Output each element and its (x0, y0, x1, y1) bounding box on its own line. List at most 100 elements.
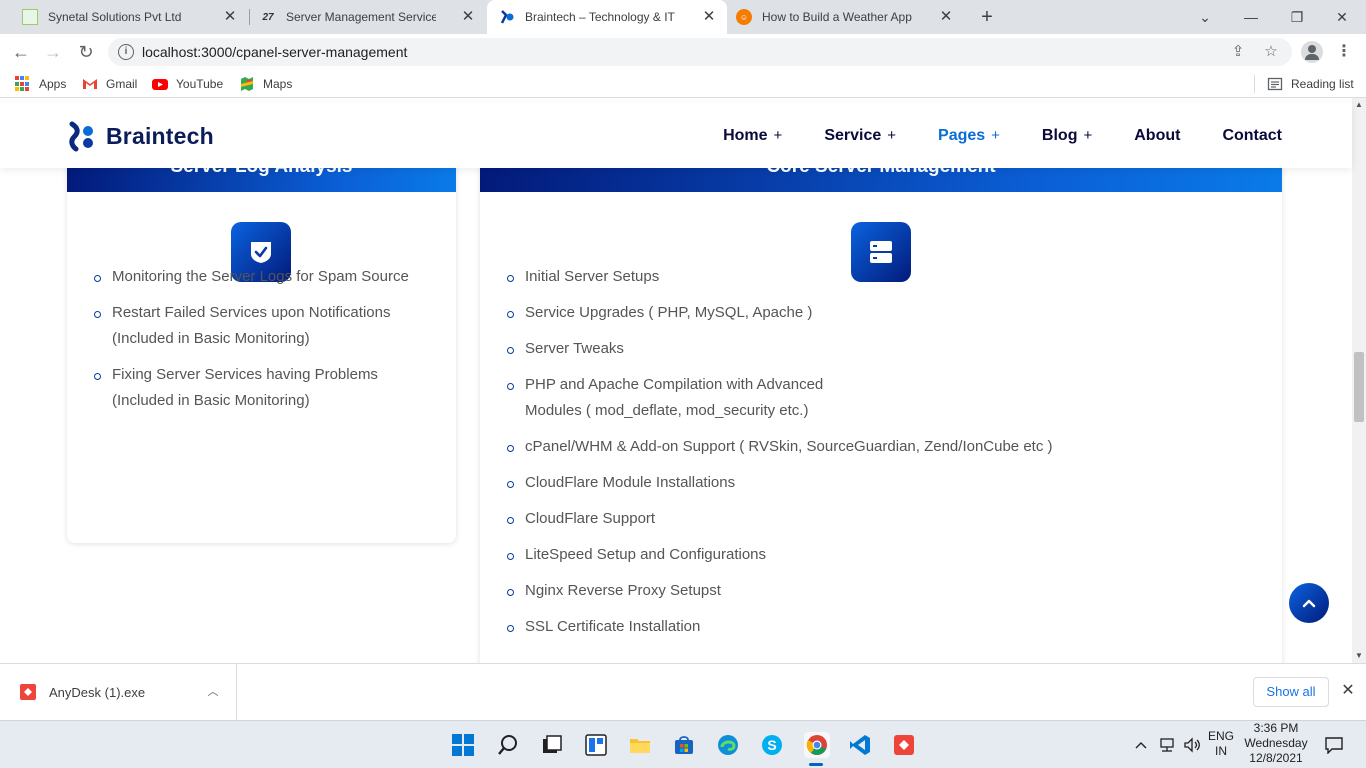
vscode-icon[interactable] (848, 733, 872, 757)
chevron-up-icon[interactable]: ︿ (206, 683, 220, 698)
close-icon[interactable]: ✕ (701, 9, 717, 25)
widgets-icon[interactable] (584, 733, 608, 757)
restore-icon[interactable]: ❐ (1285, 5, 1309, 29)
search-icon[interactable] (496, 733, 520, 757)
weather-favicon-icon: ☺ (736, 9, 752, 25)
bookmark-star-icon[interactable]: ☆ (1261, 42, 1281, 62)
url-text[interactable]: localhost:3000/cpanel-server-management (142, 44, 407, 60)
braintech-logo-icon (66, 120, 98, 152)
reload-icon[interactable]: ↻ (75, 41, 97, 63)
download-item[interactable]: AnyDesk (1).exe ︿ (0, 664, 237, 720)
network-icon[interactable] (1157, 733, 1177, 757)
notification-icon[interactable] (1322, 733, 1346, 757)
nav-home[interactable]: Home + (723, 127, 782, 145)
tab-synetal[interactable]: Synetal Solutions Pvt Ltd ✕ (12, 0, 248, 34)
synetal-favicon-icon (22, 9, 38, 25)
language-indicator[interactable]: ENG IN (1206, 729, 1236, 759)
reading-list-button[interactable]: Reading list (1267, 76, 1354, 92)
scroll-to-top-button[interactable] (1289, 583, 1329, 623)
minimize-icon[interactable]: — (1239, 5, 1263, 29)
site-logo[interactable]: Braintech (66, 120, 214, 152)
list-item: PHP and Apache Compilation with Advanced… (507, 372, 867, 424)
tab-title: Server Management Services | Se (286, 10, 436, 24)
file-explorer-icon[interactable] (628, 733, 652, 757)
reading-list-icon (1267, 76, 1283, 92)
247-favicon-icon: 27 (262, 11, 274, 23)
nav-service[interactable]: Service + (824, 127, 896, 145)
clock-time: 3:36 PM (1253, 721, 1299, 735)
share-icon[interactable]: ⇪ (1228, 42, 1248, 62)
bookmark-label: Maps (263, 77, 293, 91)
window-close-icon[interactable]: ✕ (1330, 5, 1354, 29)
list-item: CloudFlare Support (507, 506, 1207, 532)
clock[interactable]: 3:36 PM Wednesday 12/8/2021 (1240, 721, 1312, 766)
scroll-down-arrow-icon[interactable]: ▼ (1352, 649, 1366, 663)
chrome-browser-icon[interactable] (804, 732, 830, 758)
bookmark-youtube[interactable]: YouTube (152, 76, 223, 92)
tab-braintech[interactable]: Braintech – Technology & IT Solu ✕ (487, 0, 727, 34)
list-item: Initial Server Setups (507, 264, 1207, 290)
nav-label: About (1134, 127, 1181, 144)
tab-weather-app[interactable]: ☺ How to Build a Weather App Usin ✕ (728, 0, 964, 34)
list-item: Service Upgrades ( PHP, MySQL, Apache ) (507, 300, 1207, 326)
new-tab-button[interactable]: + (976, 6, 998, 28)
anydesk-icon[interactable] (892, 733, 916, 757)
list-item: LiteSpeed Setup and Configurations (507, 542, 1207, 568)
scroll-thumb[interactable] (1354, 352, 1364, 422)
tab-search-chevron-icon[interactable]: ⌄ (1193, 5, 1217, 29)
chevron-up-icon[interactable] (1133, 733, 1149, 757)
windows-start-icon[interactable] (451, 733, 475, 757)
gmail-icon (82, 76, 98, 92)
browser-tab-strip: Synetal Solutions Pvt Ltd ✕ 27 Server Ma… (0, 0, 1366, 34)
plus-icon: + (1083, 127, 1093, 144)
store-icon[interactable] (672, 733, 696, 757)
close-icon[interactable]: ✕ (222, 9, 238, 25)
nav-label: Home (723, 127, 768, 144)
address-bar[interactable]: i localhost:3000/cpanel-server-managemen… (108, 38, 1292, 66)
edge-browser-icon[interactable] (716, 733, 740, 757)
downloads-bar: AnyDesk (1).exe ︿ Show all ✕ (0, 663, 1366, 720)
bookmarks-divider (1254, 75, 1255, 93)
list-item: Server Tweaks (507, 336, 1207, 362)
scroll-up-arrow-icon[interactable]: ▲ (1352, 98, 1366, 112)
back-arrow-icon[interactable]: ← (10, 41, 32, 63)
card-list: Initial Server Setups Service Upgrades (… (507, 264, 1207, 640)
nav-pages[interactable]: Pages + (938, 127, 1000, 145)
clock-date: 12/8/2021 (1249, 751, 1303, 765)
bookmark-label: YouTube (176, 77, 224, 91)
tab-title: Synetal Solutions Pvt Ltd (48, 10, 182, 24)
list-item: Restart Failed Services upon Notificatio… (94, 300, 424, 352)
plus-icon: + (773, 127, 783, 144)
nav-label: Contact (1222, 127, 1282, 144)
nav-label: Pages (938, 127, 986, 144)
card-server-log-analysis: Server Log Analysis Monitoring the Serve… (67, 168, 456, 543)
bookmark-gmail[interactable]: Gmail (82, 76, 137, 92)
browser-menu-icon[interactable]: ⋮ (1336, 42, 1352, 62)
browser-toolbar: ← → ↻ i localhost:3000/cpanel-server-man… (0, 34, 1366, 70)
close-icon[interactable]: ✕ (1339, 682, 1357, 700)
language-code: ENG (1207, 729, 1234, 743)
forward-arrow-icon[interactable]: → (42, 41, 64, 63)
main-nav: Home + Service + Pages + Blog + About Contac… (681, 127, 1282, 145)
card-list: Monitoring the Server Logs for Spam Sour… (94, 264, 424, 414)
tab-title: Braintech – Technology & IT Solu (525, 10, 675, 24)
nav-about[interactable]: About (1134, 127, 1180, 145)
maps-icon (239, 76, 255, 92)
show-all-button[interactable]: Show all (1253, 677, 1329, 707)
site-info-icon[interactable]: i (118, 44, 134, 60)
volume-icon[interactable] (1182, 733, 1202, 757)
page-scrollbar[interactable]: ▲ ▼ (1352, 98, 1366, 663)
page-content: Server Log Analysis Monitoring the Serve… (0, 168, 1352, 663)
nav-contact[interactable]: Contact (1222, 127, 1282, 145)
bookmark-maps[interactable]: Maps (239, 76, 292, 92)
profile-avatar-icon[interactable] (1301, 41, 1323, 63)
close-icon[interactable]: ✕ (938, 9, 954, 25)
task-view-icon[interactable] (540, 733, 564, 757)
chevron-up-icon (1302, 599, 1316, 608)
nav-label: Blog (1041, 127, 1078, 144)
skype-icon[interactable]: S (760, 733, 784, 757)
bookmark-apps[interactable]: Apps (15, 76, 66, 92)
tab-server-management[interactable]: 27 Server Management Services | Se ✕ (250, 0, 486, 34)
nav-blog[interactable]: Blog + (1042, 127, 1092, 145)
close-icon[interactable]: ✕ (460, 9, 476, 25)
